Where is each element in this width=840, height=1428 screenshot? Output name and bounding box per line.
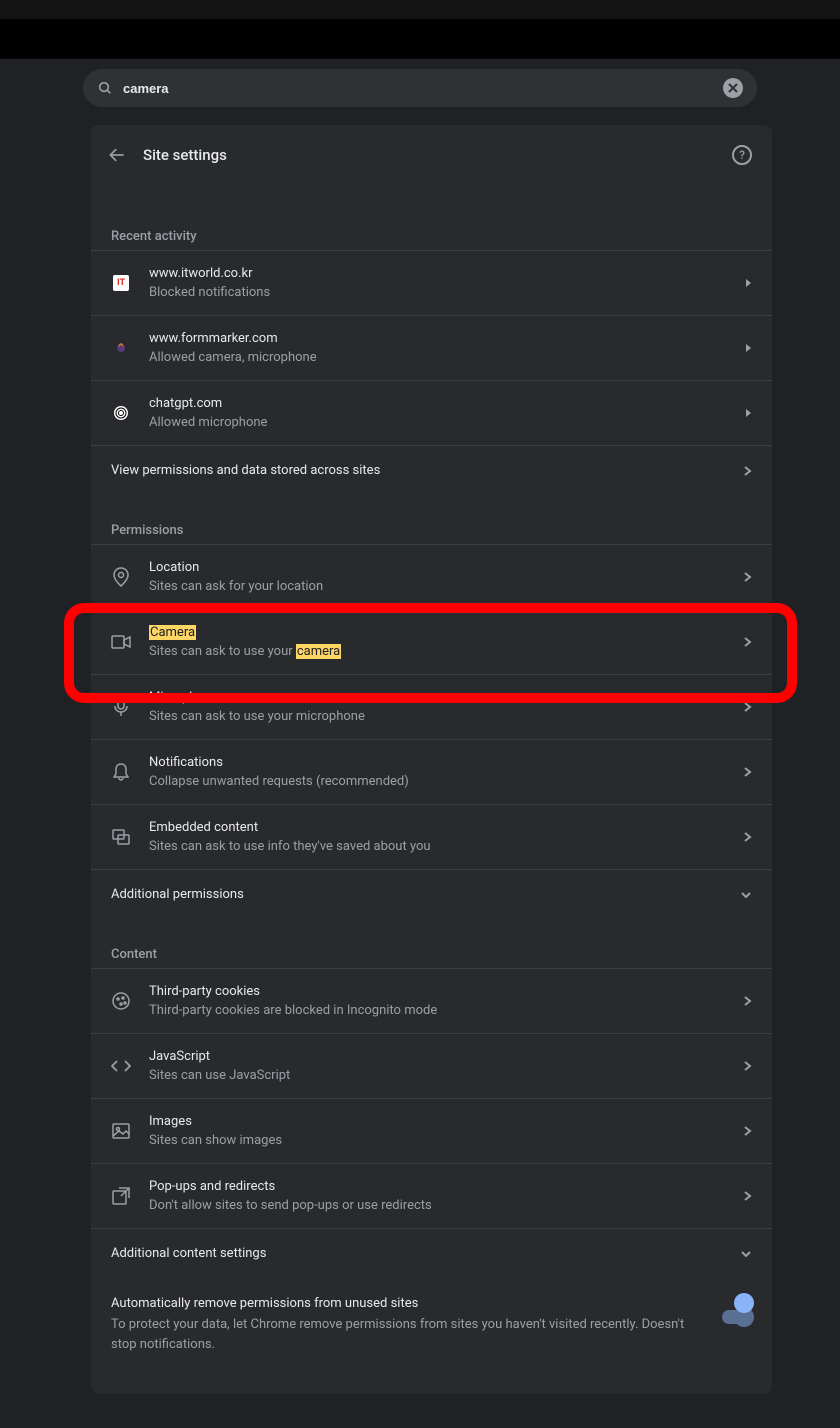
row-title: Embedded content (149, 820, 742, 835)
content-label: Content (111, 947, 752, 962)
row-sub: Sites can ask to use info they've saved … (149, 839, 742, 854)
site-settings-panel: Site settings ? Recent activity IT www.i… (91, 125, 772, 1394)
chevron-right-icon (742, 702, 752, 712)
chevron-right-icon (742, 466, 752, 476)
chevron-right-icon (742, 1191, 752, 1201)
permission-camera[interactable]: Camera Sites can ask to use your camera (91, 609, 772, 674)
permission-location[interactable]: Location Sites can ask for your location (91, 544, 772, 609)
row-label: Additional permissions (111, 887, 740, 902)
content-javascript[interactable]: JavaScript Sites can use JavaScript (91, 1033, 772, 1098)
chevron-right-icon (742, 832, 752, 842)
favicon-icon (111, 338, 131, 358)
bell-icon (111, 762, 131, 782)
row-sub: Sites can use JavaScript (149, 1068, 742, 1083)
row-label: View permissions and data stored across … (111, 463, 742, 478)
popup-icon (111, 1186, 131, 1206)
chevron-right-icon (742, 1126, 752, 1136)
chevron-right-icon (742, 1061, 752, 1071)
back-button[interactable] (105, 143, 129, 167)
microphone-icon (111, 697, 131, 717)
auto-remove-desc: To protect your data, let Chrome remove … (111, 1315, 702, 1354)
permission-notifications[interactable]: Notifications Collapse unwanted requests… (91, 739, 772, 804)
row-sub: Sites can show images (149, 1133, 742, 1148)
permissions-label: Permissions (111, 523, 752, 538)
site-status: Allowed microphone (149, 415, 744, 430)
favicon-icon: IT (113, 275, 129, 291)
help-icon[interactable]: ? (732, 145, 752, 165)
row-title: Images (149, 1114, 742, 1129)
chevron-right-icon (742, 572, 752, 582)
row-title: Location (149, 560, 742, 575)
permission-embedded-content[interactable]: Embedded content Sites can ask to use in… (91, 804, 772, 869)
auto-remove-title: Automatically remove permissions from un… (111, 1296, 702, 1311)
search-clear-button[interactable] (723, 78, 743, 98)
row-title: Microphone (149, 690, 742, 705)
row-sub: Sites can ask to use your microphone (149, 709, 742, 724)
view-all-permissions[interactable]: View permissions and data stored across … (91, 445, 772, 495)
recent-activity-label: Recent activity (111, 229, 752, 244)
permission-microphone[interactable]: Microphone Sites can ask to use your mic… (91, 674, 772, 739)
favicon-icon (111, 403, 131, 423)
row-label: Additional content settings (111, 1246, 740, 1261)
embed-icon (111, 827, 131, 847)
row-sub: Sites can ask to use your camera (149, 644, 742, 659)
row-title: Third-party cookies (149, 984, 742, 999)
chevron-down-icon (740, 891, 752, 899)
chevron-right-icon (744, 343, 752, 353)
site-status: Allowed camera, microphone (149, 350, 744, 365)
chevron-right-icon (742, 996, 752, 1006)
row-title: Pop-ups and redirects (149, 1179, 742, 1194)
recent-site-formmarker[interactable]: www.formmarker.com Allowed camera, micro… (91, 315, 772, 380)
row-sub: Sites can ask for your location (149, 579, 742, 594)
recent-site-chatgpt[interactable]: chatgpt.com Allowed microphone (91, 380, 772, 445)
site-name: www.itworld.co.kr (149, 266, 744, 281)
auto-remove-toggle[interactable] (722, 1296, 752, 1324)
additional-permissions[interactable]: Additional permissions (91, 869, 772, 919)
location-icon (111, 567, 131, 587)
chevron-down-icon (740, 1250, 752, 1258)
page-title: Site settings (143, 146, 732, 164)
row-title: JavaScript (149, 1049, 742, 1064)
browser-toolbar (0, 19, 840, 59)
row-title: Notifications (149, 755, 742, 770)
site-status: Blocked notifications (149, 285, 744, 300)
site-name: chatgpt.com (149, 396, 744, 411)
cookie-icon (111, 991, 131, 1011)
site-name: www.formmarker.com (149, 331, 744, 346)
code-icon (111, 1056, 131, 1076)
chevron-right-icon (744, 278, 752, 288)
chevron-right-icon (744, 408, 752, 418)
chevron-right-icon (742, 637, 752, 647)
row-title: Camera (149, 625, 742, 640)
content-popups[interactable]: Pop-ups and redirects Don't allow sites … (91, 1163, 772, 1228)
window-titlebar (0, 0, 840, 19)
content-images[interactable]: Images Sites can show images (91, 1098, 772, 1163)
search-input[interactable] (123, 81, 723, 96)
row-sub: Don't allow sites to send pop-ups or use… (149, 1198, 742, 1213)
additional-content-settings[interactable]: Additional content settings (91, 1228, 772, 1278)
search-icon (97, 80, 113, 96)
settings-search-box[interactable] (83, 69, 757, 107)
recent-site-itworld[interactable]: IT www.itworld.co.kr Blocked notificatio… (91, 250, 772, 315)
content-cookies[interactable]: Third-party cookies Third-party cookies … (91, 968, 772, 1033)
row-sub: Third-party cookies are blocked in Incog… (149, 1003, 742, 1018)
auto-remove-permissions-row: Automatically remove permissions from un… (91, 1278, 772, 1354)
camera-icon (111, 632, 131, 652)
row-sub: Collapse unwanted requests (recommended) (149, 774, 742, 789)
image-icon (111, 1121, 131, 1141)
chevron-right-icon (742, 767, 752, 777)
